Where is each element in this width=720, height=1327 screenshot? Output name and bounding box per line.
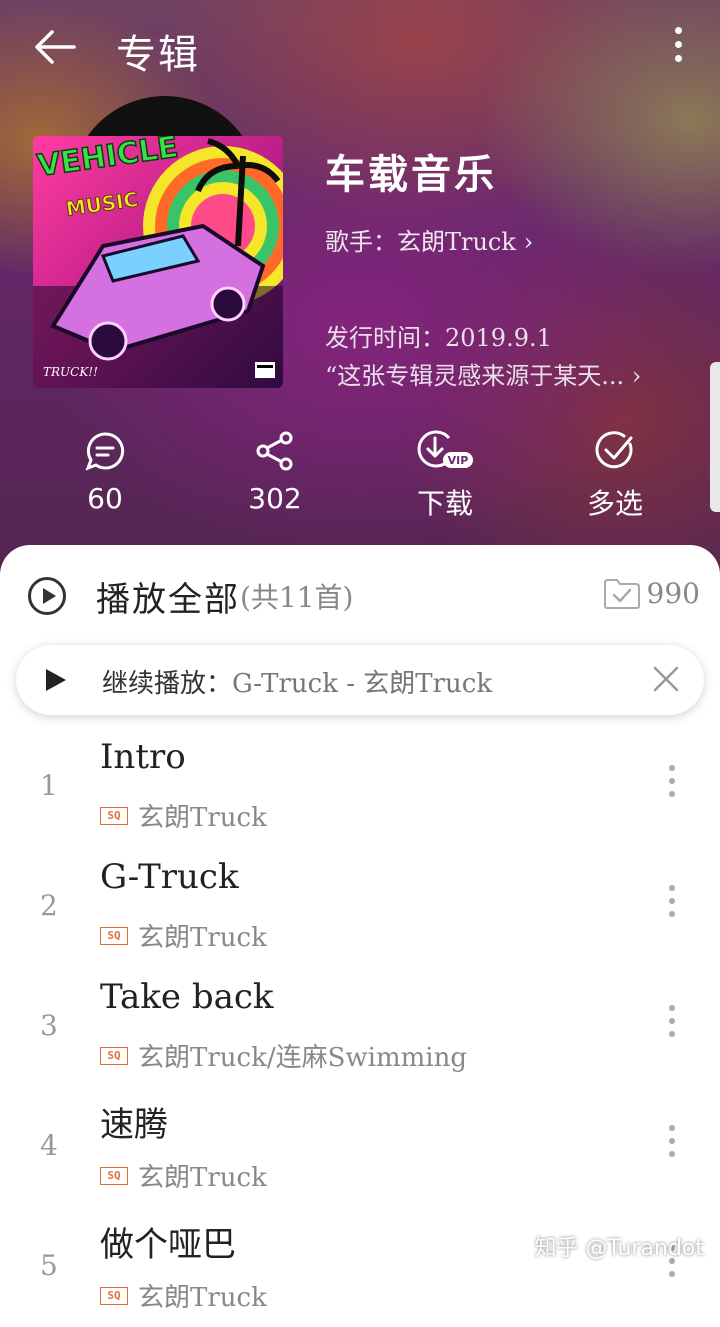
multi-select-label: 多选 xyxy=(586,487,643,520)
resume-label: 继续播放： xyxy=(102,669,233,699)
sq-quality-badge: SQ xyxy=(100,926,128,945)
album-actions: 60 302 VIP 下载 多选 xyxy=(0,428,720,528)
track-number: 4 xyxy=(40,1129,58,1162)
album-description[interactable]: “这张专辑灵感来源于某天... › xyxy=(325,356,641,391)
more-options-icon[interactable] xyxy=(666,22,690,72)
sq-quality-badge: SQ xyxy=(100,1166,128,1185)
comment-icon xyxy=(35,428,175,474)
artist-label: 歌手：玄朗Truck xyxy=(325,228,516,256)
close-icon[interactable] xyxy=(652,665,680,693)
song-more-icon[interactable] xyxy=(662,765,682,809)
song-row[interactable]: 2 G-Truck SQ 玄朗Truck xyxy=(0,847,720,967)
track-number: 3 xyxy=(40,1009,58,1042)
song-title: 速腾 xyxy=(100,1105,168,1145)
svg-text:VIP: VIP xyxy=(448,454,469,467)
song-artist: 玄朗Truck xyxy=(138,923,267,953)
watermark: 知乎 @Turandot xyxy=(534,1236,704,1261)
song-row[interactable]: 3 Take back SQ 玄朗Truck/连麻Swimming xyxy=(0,967,720,1087)
song-artist: 玄朗Truck xyxy=(138,803,267,833)
sq-quality-badge: SQ xyxy=(100,1286,128,1305)
song-more-icon[interactable] xyxy=(662,1125,682,1169)
song-artist: 玄朗Truck xyxy=(138,1163,267,1193)
collect-button[interactable]: 990 xyxy=(603,577,700,610)
track-number: 1 xyxy=(40,769,58,802)
collect-count: 990 xyxy=(646,577,700,610)
play-all-label: 播放全部 xyxy=(96,579,240,620)
song-title: 做个哑巴 xyxy=(100,1225,236,1265)
resume-song: G-Truck - 玄朗Truck xyxy=(232,669,493,699)
sq-quality-badge: SQ xyxy=(100,1046,128,1065)
play-icon xyxy=(46,669,66,691)
song-title: Take back xyxy=(100,977,274,1017)
comment-count: 60 xyxy=(87,482,123,515)
song-row[interactable]: 1 Intro SQ 玄朗Truck xyxy=(0,727,720,847)
svg-text:TRUCK!!: TRUCK!! xyxy=(43,365,98,379)
track-number: 2 xyxy=(40,889,58,922)
song-title: G-Truck xyxy=(100,857,239,897)
play-all-button[interactable]: 播放全部 (共11首) xyxy=(28,571,353,621)
album-title: 车载音乐 xyxy=(325,151,497,198)
multi-select-button[interactable]: 多选 xyxy=(545,428,685,522)
download-button[interactable]: VIP 下载 xyxy=(375,428,515,522)
release-date: 发行时间：2019.9.1 xyxy=(325,324,552,352)
chevron-right-icon: › xyxy=(631,362,642,390)
song-more-icon[interactable] xyxy=(662,885,682,929)
share-icon xyxy=(205,428,345,474)
resume-playback-bar[interactable]: 继续播放：G-Truck - 玄朗Truck xyxy=(16,645,704,715)
multi-select-icon xyxy=(545,428,685,474)
song-row[interactable]: 5 做个哑巴 SQ 玄朗Truck xyxy=(0,1207,720,1327)
download-vip-icon: VIP xyxy=(375,428,515,474)
album-cover[interactable]: VEHICLE MUSIC TRUCK!! xyxy=(33,136,283,388)
song-artist: 玄朗Truck xyxy=(138,1283,267,1313)
song-row[interactable]: 4 速腾 SQ 玄朗Truck xyxy=(0,1087,720,1207)
folder-check-icon xyxy=(603,578,640,609)
sq-quality-badge: SQ xyxy=(100,806,128,825)
download-label: 下载 xyxy=(416,487,473,520)
play-circle-icon xyxy=(28,577,66,615)
top-bar: 专辑 xyxy=(0,0,720,92)
chevron-right-icon: › xyxy=(523,228,534,256)
artist-link[interactable]: 歌手：玄朗Truck › xyxy=(325,222,533,257)
track-number: 5 xyxy=(40,1249,58,1282)
song-count: (共11首) xyxy=(240,581,354,614)
album-description-text: “这张专辑灵感来源于某天... xyxy=(325,362,625,390)
song-more-icon[interactable] xyxy=(662,1005,682,1049)
song-list-panel: 播放全部 (共11首) 990 继续播放：G-Truck - 玄朗Truck 1… xyxy=(0,545,720,1313)
share-button[interactable]: 302 xyxy=(205,428,345,515)
back-arrow-icon[interactable] xyxy=(30,22,80,72)
song-artist: 玄朗Truck/连麻Swimming xyxy=(138,1043,467,1073)
song-title: Intro xyxy=(100,737,186,777)
side-drawer-handle[interactable] xyxy=(710,362,720,512)
share-count: 302 xyxy=(248,482,302,515)
page-title: 专辑 xyxy=(116,32,200,78)
comment-button[interactable]: 60 xyxy=(35,428,175,515)
